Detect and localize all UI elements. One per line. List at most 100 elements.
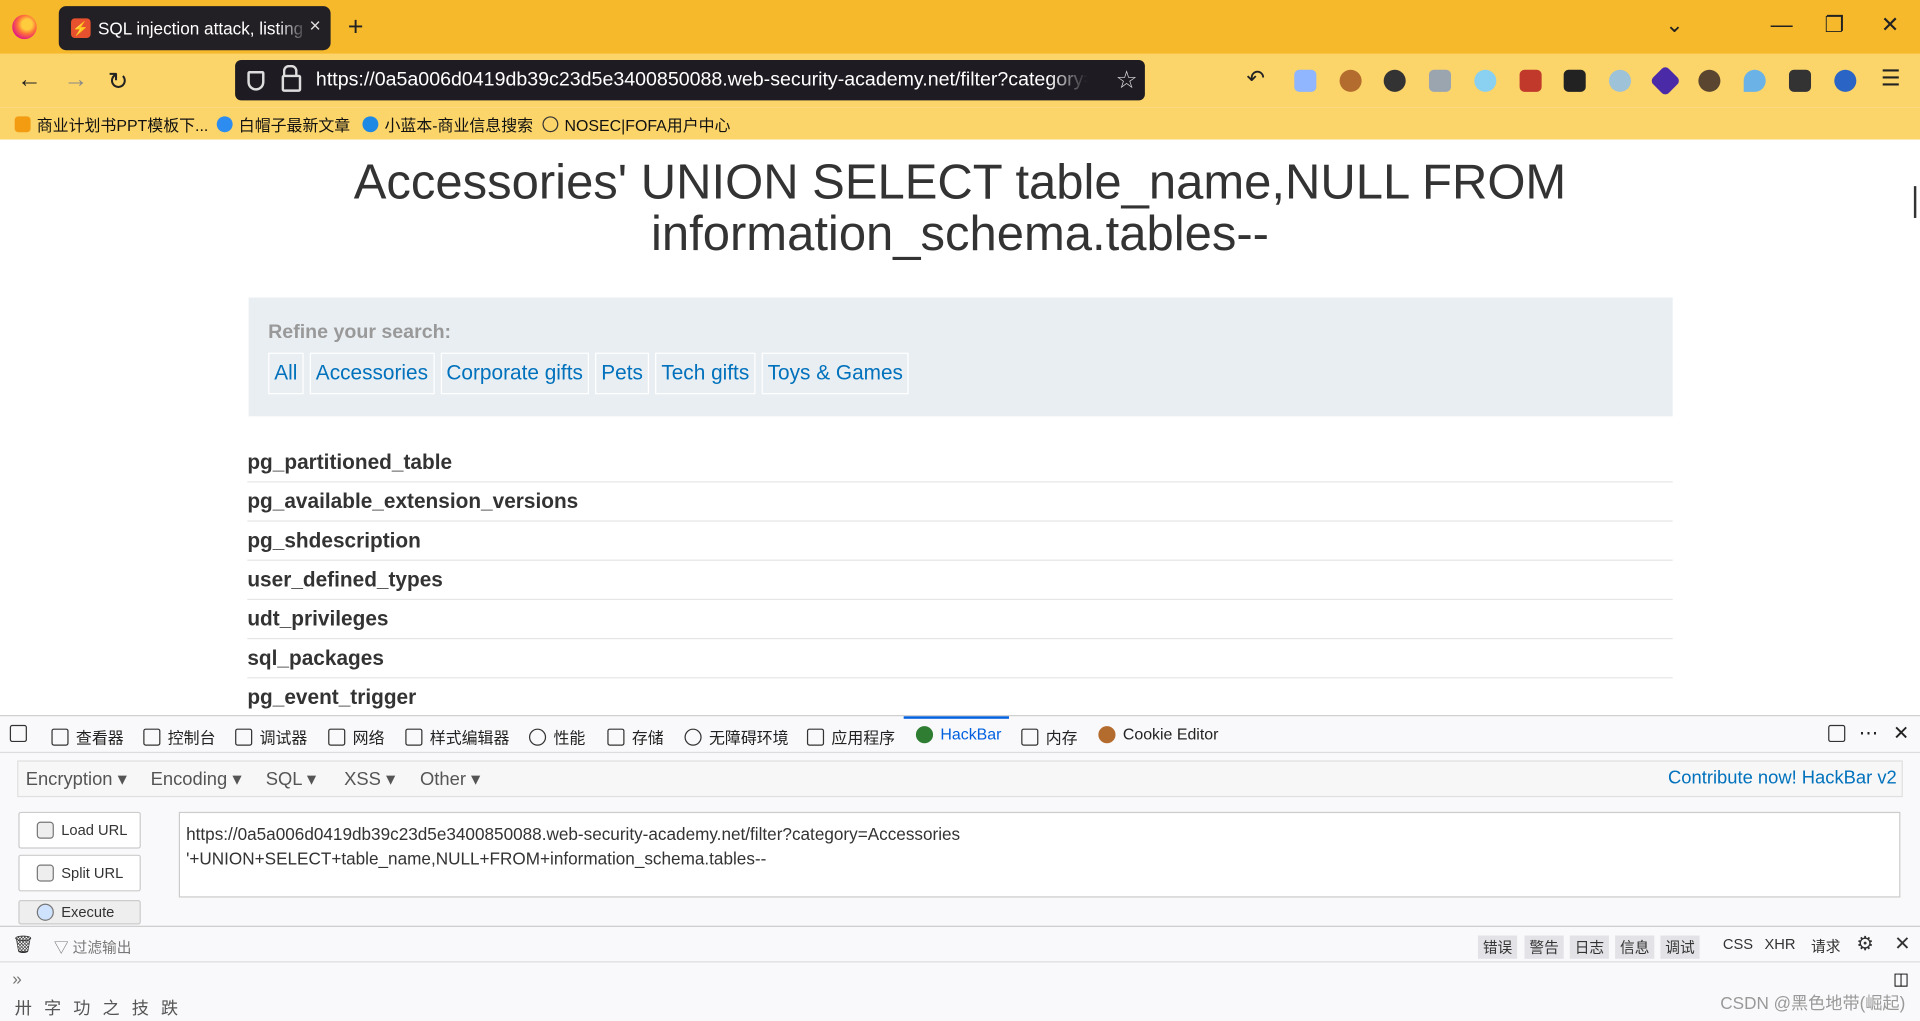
scissors-icon	[36, 864, 54, 882]
tab-label: 存储	[631, 728, 664, 747]
menu-other[interactable]: Other ▾	[420, 768, 480, 790]
menu-encoding[interactable]: Encoding ▾	[151, 768, 242, 790]
tab-network[interactable]: 网络	[328, 725, 385, 748]
menu-xss[interactable]: XSS ▾	[344, 768, 395, 790]
level-warning[interactable]: 警告	[1524, 935, 1564, 959]
level-error[interactable]: 错误	[1477, 935, 1518, 959]
minimize-icon[interactable]: —	[1771, 12, 1793, 38]
tab-style-editor[interactable]: 样式编辑器	[405, 725, 509, 748]
extension-icon[interactable]	[1698, 69, 1721, 92]
extension-icon[interactable]	[1519, 69, 1542, 92]
tab-inspector[interactable]: 查看器	[51, 725, 124, 748]
extension-icon[interactable]	[1788, 69, 1812, 92]
account-icon[interactable]	[1834, 69, 1857, 92]
split-url-button[interactable]: Split URL	[18, 854, 141, 892]
bookmark-label: NOSEC|FOFA用户中心	[564, 116, 731, 135]
trash-icon[interactable]: 🗑	[12, 934, 34, 955]
execute-button[interactable]: Execute	[18, 900, 141, 925]
filter-corporate-gifts[interactable]: Corporate gifts	[440, 352, 590, 395]
dock-icon[interactable]	[1828, 724, 1852, 743]
bookmark-item[interactable]: 商业计划书PPT模板下...	[14, 113, 209, 136]
toggle-icon[interactable]	[1608, 69, 1632, 92]
element-picker-icon[interactable]	[9, 724, 34, 743]
tab-title: SQL injection attack, listing the	[97, 18, 309, 38]
contribute-link[interactable]: Contribute now! HackBar v2	[1668, 768, 1897, 789]
extension-icon[interactable]	[1474, 69, 1497, 92]
tab-label: 无障碍环境	[708, 728, 789, 747]
new-tab-button[interactable]: +	[348, 11, 364, 43]
tab-performance[interactable]: 性能	[528, 725, 585, 748]
console-prompt[interactable]: »	[12, 969, 22, 989]
filter-output-input[interactable]: ▽ 过滤输出	[54, 937, 132, 958]
tab-label: 内存	[1045, 728, 1078, 747]
table-row: sql_packages	[247, 639, 1673, 679]
firefox-icon[interactable]	[12, 14, 37, 40]
level-log[interactable]: 日志	[1569, 935, 1609, 959]
tab-console[interactable]: 控制台	[143, 725, 216, 748]
extension-icon[interactable]	[1649, 65, 1681, 97]
more-options-icon[interactable]: ⋯	[1859, 721, 1879, 745]
shield-icon[interactable]	[247, 70, 265, 91]
extension-icon[interactable]	[1428, 69, 1452, 92]
tab-hackbar[interactable]: HackBar	[915, 725, 1001, 743]
level-info[interactable]: 信息	[1615, 935, 1655, 959]
table-row: udt_privileges	[247, 600, 1673, 640]
tab-list-chevron-icon[interactable]: ⌄	[1665, 12, 1683, 38]
bookmark-item[interactable]: 小蓝本-商业信息搜索	[362, 113, 533, 136]
url-textarea[interactable]: https://0a5a006d0419db39c23d5e3400850088…	[178, 811, 1901, 898]
filter-xhr[interactable]: XHR	[1764, 936, 1795, 953]
window-close-icon[interactable]: ✕	[1881, 12, 1899, 38]
cookie-icon[interactable]	[1339, 69, 1362, 92]
memory-icon	[1021, 727, 1039, 746]
tab-debugger[interactable]: 调试器	[235, 725, 307, 748]
menu-encryption[interactable]: Encryption ▾	[26, 768, 127, 790]
filter-pets[interactable]: Pets	[595, 352, 650, 395]
bookmark-label: 小蓝本-商业信息搜索	[384, 116, 534, 135]
filter-all[interactable]: All	[268, 352, 304, 395]
devtools-close-icon[interactable]: ✕	[1893, 721, 1909, 745]
tab-storage[interactable]: 存储	[607, 725, 664, 748]
menu-sql[interactable]: SQL ▾	[266, 768, 316, 790]
tab-application[interactable]: 应用程序	[806, 725, 895, 748]
inspector-icon	[51, 727, 69, 746]
tab-memory[interactable]: 内存	[1021, 725, 1078, 748]
back-icon[interactable]: ←	[17, 66, 41, 94]
console-input-text[interactable]: 卅 字 功 之 技 跌	[15, 996, 182, 1020]
console-close-icon[interactable]: ✕	[1894, 932, 1910, 956]
bookmark-item[interactable]: NOSEC|FOFA用户中心	[542, 113, 730, 136]
cookie-icon	[1098, 725, 1116, 743]
filter-accessories[interactable]: Accessories	[309, 352, 435, 395]
url-text[interactable]: https://0a5a006d0419db39c23d5e3400850088…	[316, 69, 1087, 91]
bookmark-item[interactable]: 白帽子最新文章	[216, 113, 350, 136]
settings-gear-icon[interactable]: ⚙	[1856, 932, 1874, 956]
tab-close-icon[interactable]: ×	[309, 16, 320, 38]
extension-icon[interactable]	[1383, 69, 1406, 92]
lock-icon[interactable]	[281, 64, 302, 92]
forward-icon[interactable]: →	[64, 66, 88, 94]
accessibility-icon	[684, 727, 702, 746]
menu-icon[interactable]: ☰	[1881, 66, 1901, 92]
filter-requests[interactable]: 请求	[1811, 936, 1840, 957]
reload-icon[interactable]: ↻	[108, 66, 129, 97]
tab-label: 查看器	[75, 728, 124, 747]
page-scrollbar[interactable]	[1913, 186, 1917, 218]
load-url-button[interactable]: Load URL	[18, 811, 141, 849]
level-debug[interactable]: 调试	[1660, 935, 1700, 959]
undo-icon[interactable]: ↶	[1247, 66, 1265, 92]
restore-icon[interactable]: ❐	[1824, 12, 1844, 38]
location-pin-icon[interactable]	[1743, 69, 1766, 92]
url-bar[interactable]: https://0a5a006d0419db39c23d5e3400850088…	[235, 60, 1145, 101]
extension-icon[interactable]	[1294, 69, 1317, 92]
bookmark-label: 商业计划书PPT模板下...	[36, 116, 209, 135]
filter-tech-gifts[interactable]: Tech gifts	[655, 352, 756, 395]
browser-tab[interactable]: ⚡ SQL injection attack, listing the ×	[58, 6, 331, 51]
filter-css[interactable]: CSS	[1723, 936, 1753, 953]
bookmark-star-icon[interactable]: ☆	[1116, 65, 1138, 96]
sidebar-toggle-icon[interactable]: ◫	[1893, 969, 1909, 990]
extension-icon[interactable]	[1563, 69, 1586, 92]
menu-label: SQL	[265, 768, 302, 790]
filter-toys-games[interactable]: Toys & Games	[761, 352, 910, 395]
tab-cookie-editor[interactable]: Cookie Editor	[1098, 725, 1218, 743]
tab-accessibility[interactable]: 无障碍环境	[684, 725, 789, 748]
url-line: '+UNION+SELECT+table_name,NULL+FROM+info…	[186, 848, 767, 869]
